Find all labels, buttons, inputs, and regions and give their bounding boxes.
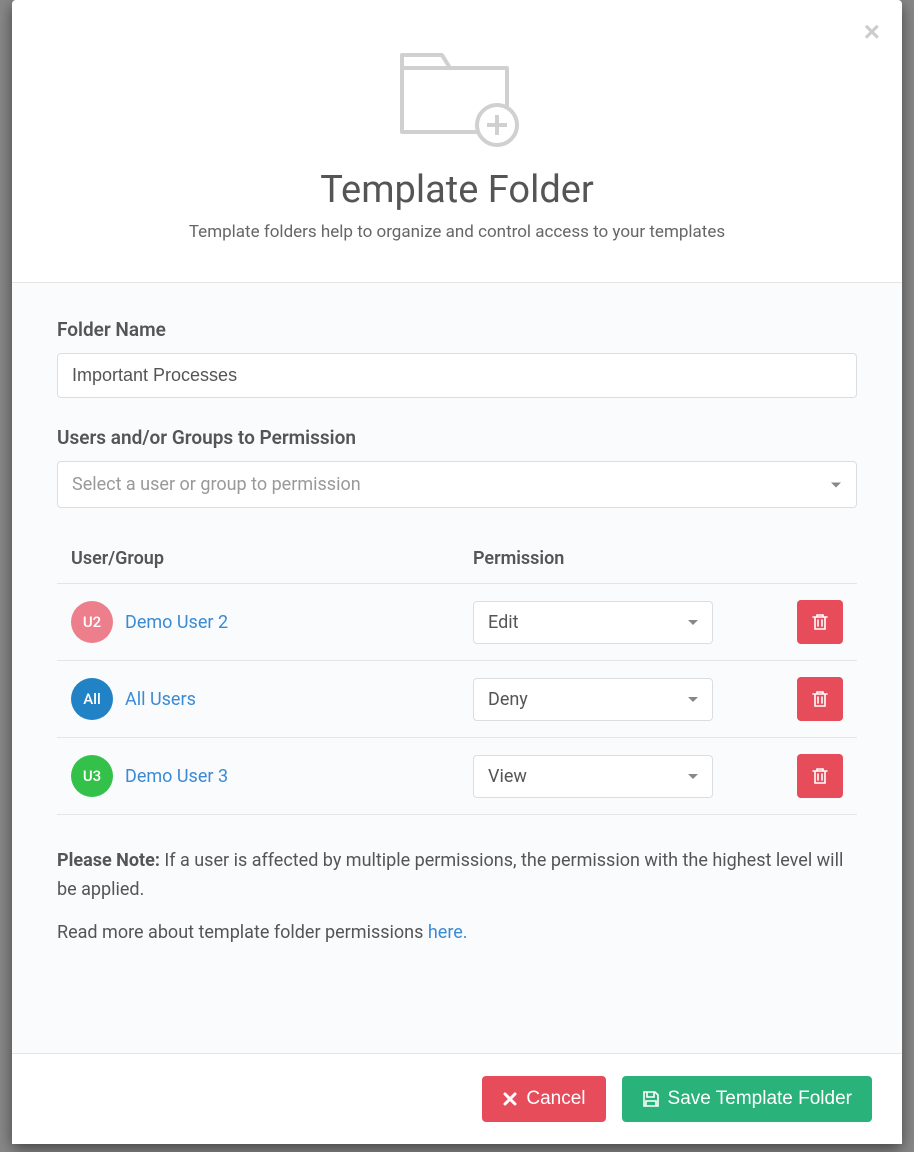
permission-dropdown[interactable]: Edit bbox=[473, 601, 713, 644]
permissions-table: User/Group Permission U2 Demo User 2 Edi… bbox=[57, 548, 857, 815]
trash-icon bbox=[812, 767, 828, 785]
permission-dropdown[interactable]: Deny bbox=[473, 678, 713, 721]
modal-subtitle: Template folders help to organize and co… bbox=[52, 222, 862, 242]
modal-body: Folder Name Users and/or Groups to Permi… bbox=[12, 283, 902, 1053]
save-icon bbox=[642, 1090, 660, 1108]
header-user-group: User/Group bbox=[71, 548, 473, 569]
chevron-down-icon bbox=[688, 774, 698, 779]
avatar: U2 bbox=[71, 601, 113, 643]
x-icon bbox=[502, 1091, 518, 1107]
modal-header: × Template Folder Template folders help … bbox=[12, 0, 902, 283]
template-folder-modal: × Template Folder Template folders help … bbox=[12, 0, 902, 1144]
permission-select-label: Users and/or Groups to Permission bbox=[57, 426, 857, 449]
avatar: U3 bbox=[71, 755, 113, 797]
close-icon: × bbox=[864, 16, 880, 47]
permission-value: Edit bbox=[488, 612, 518, 633]
cancel-label: Cancel bbox=[526, 1088, 585, 1110]
user-link[interactable]: All Users bbox=[125, 689, 196, 710]
permission-select-placeholder: Select a user or group to permission bbox=[72, 474, 361, 495]
delete-button[interactable] bbox=[797, 600, 843, 644]
header-permission: Permission bbox=[473, 548, 783, 569]
note-block: Please Note: If a user is affected by mu… bbox=[57, 847, 857, 947]
folder-name-input[interactable] bbox=[57, 353, 857, 398]
read-more-prefix: Read more about template folder permissi… bbox=[57, 922, 428, 943]
read-more-link[interactable]: here. bbox=[428, 922, 468, 943]
trash-icon bbox=[812, 613, 828, 631]
folder-plus-icon bbox=[52, 40, 862, 150]
permission-value: Deny bbox=[488, 689, 528, 710]
note-label: Please Note: bbox=[57, 850, 160, 871]
table-row: All All Users Deny bbox=[57, 661, 857, 738]
user-link[interactable]: Demo User 3 bbox=[125, 766, 228, 787]
folder-name-label: Folder Name bbox=[57, 318, 857, 341]
trash-icon bbox=[812, 690, 828, 708]
user-link[interactable]: Demo User 2 bbox=[125, 612, 228, 633]
delete-button[interactable] bbox=[797, 754, 843, 798]
close-button[interactable]: × bbox=[864, 18, 880, 46]
note-text: If a user is affected by multiple permis… bbox=[57, 850, 843, 900]
save-button[interactable]: Save Template Folder bbox=[622, 1076, 872, 1122]
table-header: User/Group Permission bbox=[57, 548, 857, 584]
cancel-button[interactable]: Cancel bbox=[482, 1076, 605, 1122]
chevron-down-icon bbox=[688, 620, 698, 625]
delete-button[interactable] bbox=[797, 677, 843, 721]
table-row: U3 Demo User 3 View bbox=[57, 738, 857, 815]
table-row: U2 Demo User 2 Edit bbox=[57, 584, 857, 661]
permission-dropdown[interactable]: View bbox=[473, 755, 713, 798]
save-label: Save Template Folder bbox=[668, 1088, 852, 1110]
permission-value: View bbox=[488, 766, 527, 787]
permission-select[interactable]: Select a user or group to permission bbox=[57, 461, 857, 508]
modal-title: Template Folder bbox=[52, 168, 862, 212]
chevron-down-icon bbox=[688, 697, 698, 702]
modal-footer: Cancel Save Template Folder bbox=[12, 1053, 902, 1144]
avatar: All bbox=[71, 678, 113, 720]
